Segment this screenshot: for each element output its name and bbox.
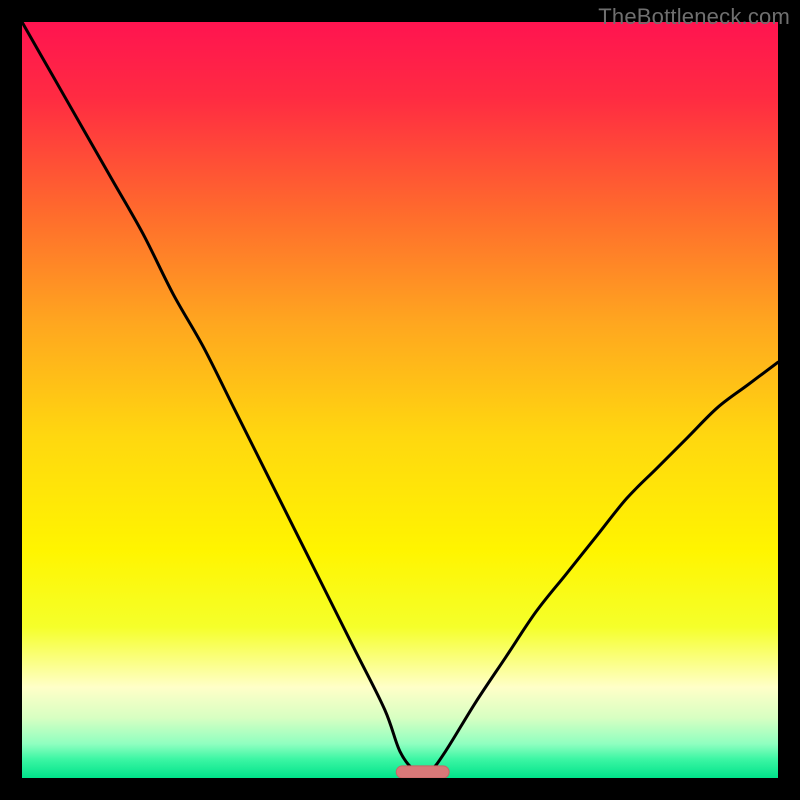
bottleneck-chart <box>22 22 778 778</box>
optimal-marker <box>396 766 449 778</box>
gradient-background <box>22 22 778 778</box>
chart-frame: TheBottleneck.com <box>0 0 800 800</box>
plot-area <box>22 22 778 778</box>
watermark-text: TheBottleneck.com <box>598 4 790 30</box>
